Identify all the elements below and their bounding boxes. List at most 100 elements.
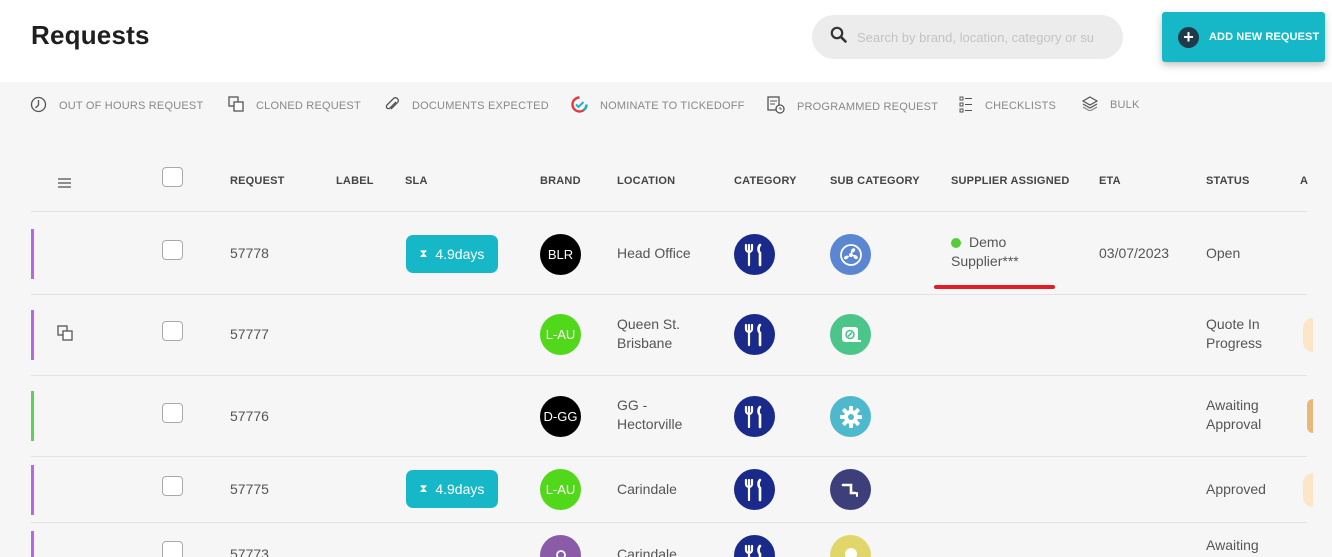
legend-tickedoff: NOMINATE TO TICKEDOFF xyxy=(571,96,745,116)
fan-icon xyxy=(830,234,871,275)
table-row[interactable]: 57778 ⧗ 4.9days BLR Head Office Demo Supp… xyxy=(31,212,1307,295)
col-category[interactable]: CATEGORY xyxy=(734,175,797,187)
row-checkbox[interactable] xyxy=(162,321,183,341)
pipe-icon xyxy=(830,469,871,510)
hourglass-icon: ⧗ xyxy=(419,482,428,495)
status: Awaiting Approval xyxy=(1206,397,1262,432)
request-id[interactable]: 57776 xyxy=(230,408,269,424)
clone-icon xyxy=(57,325,73,346)
plus-icon: + xyxy=(1178,26,1199,48)
col-label[interactable]: LABEL xyxy=(336,175,374,187)
legend-checklists: CHECKLISTS xyxy=(959,96,1056,116)
row-status-bar xyxy=(31,310,34,360)
table-row[interactable]: 57776 D-GG GG - Hectorville Awaiting Appro… xyxy=(31,376,1313,457)
legend-documents: DOCUMENTS EXPECTED xyxy=(384,96,549,116)
table-row[interactable]: 57775 ⧗ 4.9days L-AU Carindale Approved xyxy=(31,457,1313,523)
col-sub-category[interactable]: SUB CATEGORY xyxy=(830,175,920,187)
sla-badge: ⧗ 4.9days xyxy=(406,235,498,273)
hourglass-icon: ⧗ xyxy=(419,247,428,260)
row-status-bar xyxy=(31,531,34,557)
select-all-checkbox[interactable] xyxy=(162,167,183,187)
table-header: REQUEST LABEL SLA BRAND LOCATION CATEGOR… xyxy=(31,140,1308,212)
legend-label: PROGRAMMED REQUEST xyxy=(797,100,939,113)
tools-icon xyxy=(734,234,775,275)
search-icon xyxy=(830,26,847,48)
legend-label: OUT OF HOURS REQUEST xyxy=(59,100,204,112)
row-checkbox[interactable] xyxy=(162,541,183,557)
brand-badge: L-AU xyxy=(540,469,581,510)
status: Awaiting xyxy=(1206,537,1259,553)
legend-label: BULK xyxy=(1110,99,1140,111)
sla-value: 4.9days xyxy=(435,246,485,262)
col-location[interactable]: LOCATION xyxy=(617,175,675,187)
request-id[interactable]: 57773 xyxy=(230,546,269,557)
legend-label: NOMINATE TO TICKEDOFF xyxy=(600,100,745,112)
sla-badge: ⧗ 4.9days xyxy=(406,470,498,508)
col-sla[interactable]: SLA xyxy=(405,175,428,187)
eta: 03/07/2023 xyxy=(1099,245,1170,261)
brand-badge: D-GG xyxy=(540,396,581,437)
col-extra[interactable]: A xyxy=(1300,175,1308,187)
col-brand[interactable]: BRAND xyxy=(540,175,581,187)
brand-badge xyxy=(540,535,581,557)
checklist-icon xyxy=(959,96,973,116)
tools-icon xyxy=(734,535,775,557)
column-menu-icon[interactable] xyxy=(58,175,71,193)
brand-badge: L-AU xyxy=(540,314,581,355)
location: Carindale xyxy=(617,481,677,497)
assignee-avatar[interactable] xyxy=(1307,399,1313,433)
paperclip-icon xyxy=(384,96,400,116)
legend-cloned: CLONED REQUEST xyxy=(228,96,361,115)
add-new-request-label: ADD NEW REQUEST xyxy=(1209,31,1320,43)
location: Head Office xyxy=(617,245,691,261)
search-input[interactable] xyxy=(857,29,1102,45)
red-underline-annotation xyxy=(934,285,1055,289)
bulb-icon xyxy=(830,535,871,557)
col-eta[interactable]: ETA xyxy=(1099,175,1121,187)
legend-label: CLONED REQUEST xyxy=(256,99,361,112)
table-row[interactable]: 57773 Carindale Awaiting xyxy=(31,523,1307,557)
legend-out-of-hours: OUT OF HOURS REQUEST xyxy=(30,96,203,116)
tools-icon xyxy=(734,314,775,355)
legend-programmed: PROGRAMMED REQUEST xyxy=(767,96,938,117)
search-box[interactable] xyxy=(812,15,1123,59)
location: GG - Hectorville xyxy=(617,397,683,432)
row-checkbox[interactable] xyxy=(162,403,183,423)
col-supplier-assigned[interactable]: SUPPLIER ASSIGNED xyxy=(951,175,1070,187)
brand-badge: BLR xyxy=(540,234,581,275)
assignee-avatar[interactable] xyxy=(1303,473,1313,507)
row-checkbox[interactable] xyxy=(162,476,183,496)
layers-icon xyxy=(1081,96,1099,114)
row-status-bar xyxy=(31,391,34,441)
status: Open xyxy=(1206,245,1241,261)
row-checkbox[interactable] xyxy=(162,240,183,260)
gear-icon xyxy=(830,396,871,437)
page-header: Requests + ADD NEW REQUEST xyxy=(0,0,1332,82)
status: Approved xyxy=(1206,481,1266,497)
clone-icon xyxy=(228,96,244,115)
supplier-status-dot xyxy=(951,238,961,248)
status: Quote In Progress xyxy=(1206,316,1263,351)
row-status-bar xyxy=(31,229,34,279)
legend-bulk: BULK xyxy=(1081,96,1140,114)
col-request[interactable]: REQUEST xyxy=(230,175,285,187)
location: Carindale xyxy=(617,546,677,557)
tools-icon xyxy=(734,469,775,510)
supplier-assigned: Demo Supplier*** xyxy=(951,234,1019,269)
legend-label: CHECKLISTS xyxy=(985,100,1057,112)
request-id[interactable]: 57775 xyxy=(230,481,269,497)
tickedoff-icon xyxy=(571,96,588,116)
request-id[interactable]: 57777 xyxy=(230,326,269,342)
row-status-bar xyxy=(31,465,34,515)
location-pin-icon xyxy=(555,549,566,557)
measure-tape-icon xyxy=(830,314,871,355)
add-new-request-button[interactable]: + ADD NEW REQUEST xyxy=(1162,12,1325,62)
legend-label: DOCUMENTS EXPECTED xyxy=(412,100,549,112)
table-row[interactable]: 57777 L-AU Queen St. Brisbane Quote In Pro… xyxy=(31,295,1313,376)
assignee-avatar[interactable] xyxy=(1303,318,1313,352)
location: Queen St. Brisbane xyxy=(617,316,681,351)
col-status[interactable]: STATUS xyxy=(1206,175,1250,187)
clock-icon xyxy=(30,96,47,116)
sla-value: 4.9days xyxy=(435,481,485,497)
request-id[interactable]: 57778 xyxy=(230,245,269,261)
